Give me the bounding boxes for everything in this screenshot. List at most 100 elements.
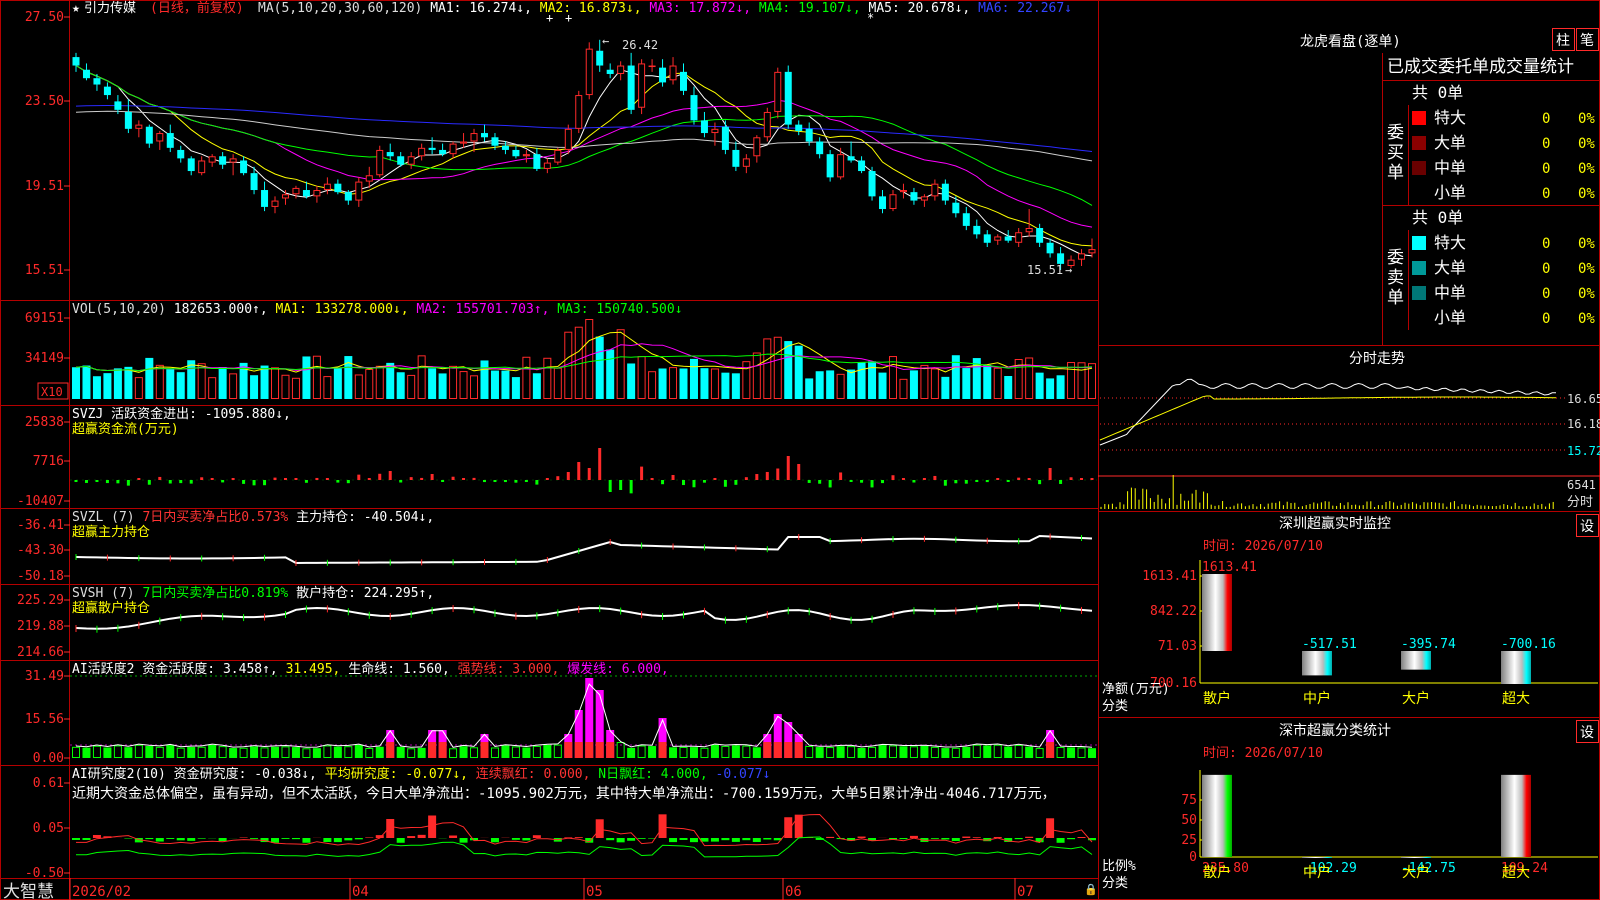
ai-active-panel[interactable]: AI活跃度2 资金活跃度: 3.458↑, 31.495, 生命线: 1.560… bbox=[25, 661, 1097, 766]
volume-legend: VOL(5,10,20) 182653.000↑, MA1: 133278.00… bbox=[72, 302, 683, 317]
category-bar bbox=[1401, 857, 1431, 858]
svzj-bar-neg bbox=[619, 480, 623, 490]
order-color-swatch bbox=[1412, 136, 1426, 150]
ai-active-bar-strong bbox=[1046, 742, 1055, 758]
research-bar-neg bbox=[459, 838, 468, 843]
legend-segment: MA3: 150740.500↓ bbox=[549, 302, 682, 317]
svzj-bar-neg bbox=[441, 480, 445, 482]
order-side-char: 委 bbox=[1387, 123, 1404, 143]
volume-ma-lines bbox=[75, 331, 1093, 374]
svsh-panel[interactable]: SVSH (7) 7日内买卖净占比0.819% 散户持仓: 224.295↑, … bbox=[17, 585, 1093, 660]
candle-body-up bbox=[889, 194, 897, 210]
ai-active-y-axis: 31.49 15.56 0.00 bbox=[25, 669, 70, 766]
svzl-subtitle: 超赢主力持仓 bbox=[72, 524, 150, 540]
bar-chart-y-label: 75 bbox=[1181, 793, 1197, 808]
svsh-y-axis: 225.29 219.88 214.66 bbox=[17, 593, 70, 660]
price-panel[interactable]: ★ 引力传媒 (日线，前复权) MA(5,10,20,30,60,120) MA… bbox=[25, 0, 1096, 278]
bar-chart-y-label: 71.03 bbox=[1158, 639, 1197, 654]
volume-panel[interactable]: VOL(5,10,20) 182653.000↑, MA1: 133278.00… bbox=[25, 302, 1096, 400]
ai-active-bar bbox=[522, 747, 531, 758]
intraday-y-low: 15.72 bbox=[1567, 444, 1600, 458]
candle-body-down bbox=[240, 160, 248, 174]
intraday-vol-label: 6541 bbox=[1567, 478, 1596, 492]
ma-legend: MA(5,10,20,30,60,120) MA1: 16.274↓, MA2:… bbox=[258, 1, 1072, 16]
sz-monitor-settings-button[interactable]: 设 bbox=[1580, 519, 1594, 535]
volume-bar-up bbox=[669, 367, 678, 400]
svzj-bar-neg bbox=[524, 480, 528, 482]
research-bar-pos bbox=[972, 837, 981, 838]
ai-active-bar bbox=[1088, 748, 1096, 758]
volume-bar-down bbox=[396, 372, 405, 399]
research-bar-pos bbox=[407, 836, 416, 838]
svzj-bar-neg bbox=[975, 480, 979, 482]
volume-bar-up bbox=[1077, 362, 1086, 399]
research-bar-pos bbox=[658, 814, 667, 838]
period-label[interactable]: (日线，前复权) bbox=[150, 0, 244, 16]
sz-stats-settings-button[interactable]: 设 bbox=[1580, 725, 1594, 741]
intraday-panel[interactable]: 分时走势 16.65 16.18 15.72 6541 分时 bbox=[1098, 351, 1600, 510]
svzj-bar-pos bbox=[776, 468, 780, 480]
volume-bar-down bbox=[595, 336, 604, 399]
bar-category-label: 超大 bbox=[1502, 691, 1530, 707]
volume-bar-up bbox=[752, 352, 761, 400]
research-bar-pos bbox=[92, 834, 101, 838]
low-arrow-icon: → bbox=[1065, 263, 1072, 277]
ai-active-bar-hollow bbox=[909, 746, 918, 759]
volume-bar-up bbox=[836, 373, 845, 399]
bar-value-label: -395.74 bbox=[1401, 637, 1456, 652]
candle-body-up bbox=[1015, 232, 1023, 243]
ai-active-bar-hollow bbox=[92, 745, 101, 758]
candle-body-down bbox=[983, 234, 991, 243]
candle-body-up bbox=[1025, 228, 1033, 233]
ai-active-bar bbox=[208, 744, 217, 758]
volume-bar-down bbox=[145, 357, 154, 399]
candle-body-down bbox=[858, 160, 866, 172]
candle-body-up bbox=[837, 154, 845, 178]
svzl-panel[interactable]: SVZL (7) 7日内买卖净占比0.573% 主力持仓: -40.504↓, … bbox=[17, 509, 1093, 584]
research-bar-neg bbox=[522, 838, 531, 841]
candle-body-up bbox=[1088, 249, 1096, 254]
x-tick-label: 2026/02 bbox=[72, 884, 131, 900]
lock-icon[interactable]: 🔒 bbox=[1084, 883, 1098, 896]
volume-bar-down bbox=[480, 360, 489, 399]
y-tick-label: 225.29 bbox=[17, 593, 64, 608]
bar-category-label: 中户 bbox=[1303, 864, 1331, 881]
ai-active-bar bbox=[501, 745, 510, 758]
dragon-tiger-panel[interactable]: 龙虎看盘(逐单) 柱 笔 已成交委托单成交量统计 共 0单委买单特大 0 0%大单 0… bbox=[1300, 28, 1599, 328]
svzl-y-axis: -36.41 -43.30 -50.18 bbox=[17, 518, 70, 584]
high-price-label: 26.42 bbox=[622, 38, 658, 52]
order-row-label: 特大 bbox=[1434, 233, 1466, 252]
candle-body-down bbox=[732, 149, 740, 167]
research-bar-pos bbox=[857, 836, 866, 838]
volume-bar-down bbox=[1056, 375, 1065, 399]
y-tick-label: 0.61 bbox=[33, 776, 64, 791]
ai-research-panel[interactable]: AI研究度2(10) 资金研究度: -0.038↓, 平均研究度: -0.077… bbox=[25, 766, 1096, 881]
sz-monitor-chart: 1613.41 842.22 71.03 -700.16 1613.41 散户 -517.5… bbox=[1142, 560, 1598, 707]
y-tick-label: 0.05 bbox=[33, 821, 64, 836]
bar-mode-button[interactable]: 柱 bbox=[1556, 33, 1570, 49]
research-bar-neg bbox=[721, 838, 730, 841]
ai-active-bar-strong bbox=[773, 742, 782, 758]
ai-active-bar-hollow bbox=[553, 744, 562, 759]
candle-body-down bbox=[166, 133, 174, 148]
ai-active-bar-hollow bbox=[972, 744, 981, 758]
y-tick-label: -50.18 bbox=[17, 569, 64, 584]
ai-active-bar-hollow bbox=[323, 745, 332, 759]
research-bar-pos bbox=[1025, 836, 1034, 838]
ai-active-bar-strong bbox=[585, 742, 594, 758]
ai-active-bar-hollow bbox=[72, 746, 80, 759]
sz-monitor-title: 深圳超赢实时监控 bbox=[1279, 515, 1391, 532]
sz-stats-panel[interactable]: 深市超赢分类统计 设 时间: 2026/07/10 7550250235.80散… bbox=[1102, 720, 1599, 892]
stock-name[interactable]: 引力传媒 bbox=[84, 1, 136, 16]
volume-bar-up bbox=[134, 377, 143, 400]
volume-bar-down bbox=[302, 356, 311, 399]
volume-bar-down bbox=[166, 369, 175, 399]
sz-monitor-panel[interactable]: 深圳超赢实时监控 设 时间: 2026/07/10 1613.41 842.22 7… bbox=[1102, 514, 1599, 715]
svzj-bar-pos bbox=[283, 478, 287, 480]
ma-line bbox=[75, 65, 1093, 206]
volume-bar-up bbox=[920, 364, 929, 399]
chart-canvas[interactable]: ★ 引力传媒 (日线，前复权) MA(5,10,20,30,60,120) MA… bbox=[0, 0, 1600, 900]
svzj-bar-neg bbox=[964, 480, 968, 484]
svzj-panel[interactable]: SVZJ 活跃资金进出: -1095.880↓, 超赢资金流(万元) 25838… bbox=[17, 406, 1097, 509]
tick-mode-button[interactable]: 笔 bbox=[1580, 33, 1594, 49]
